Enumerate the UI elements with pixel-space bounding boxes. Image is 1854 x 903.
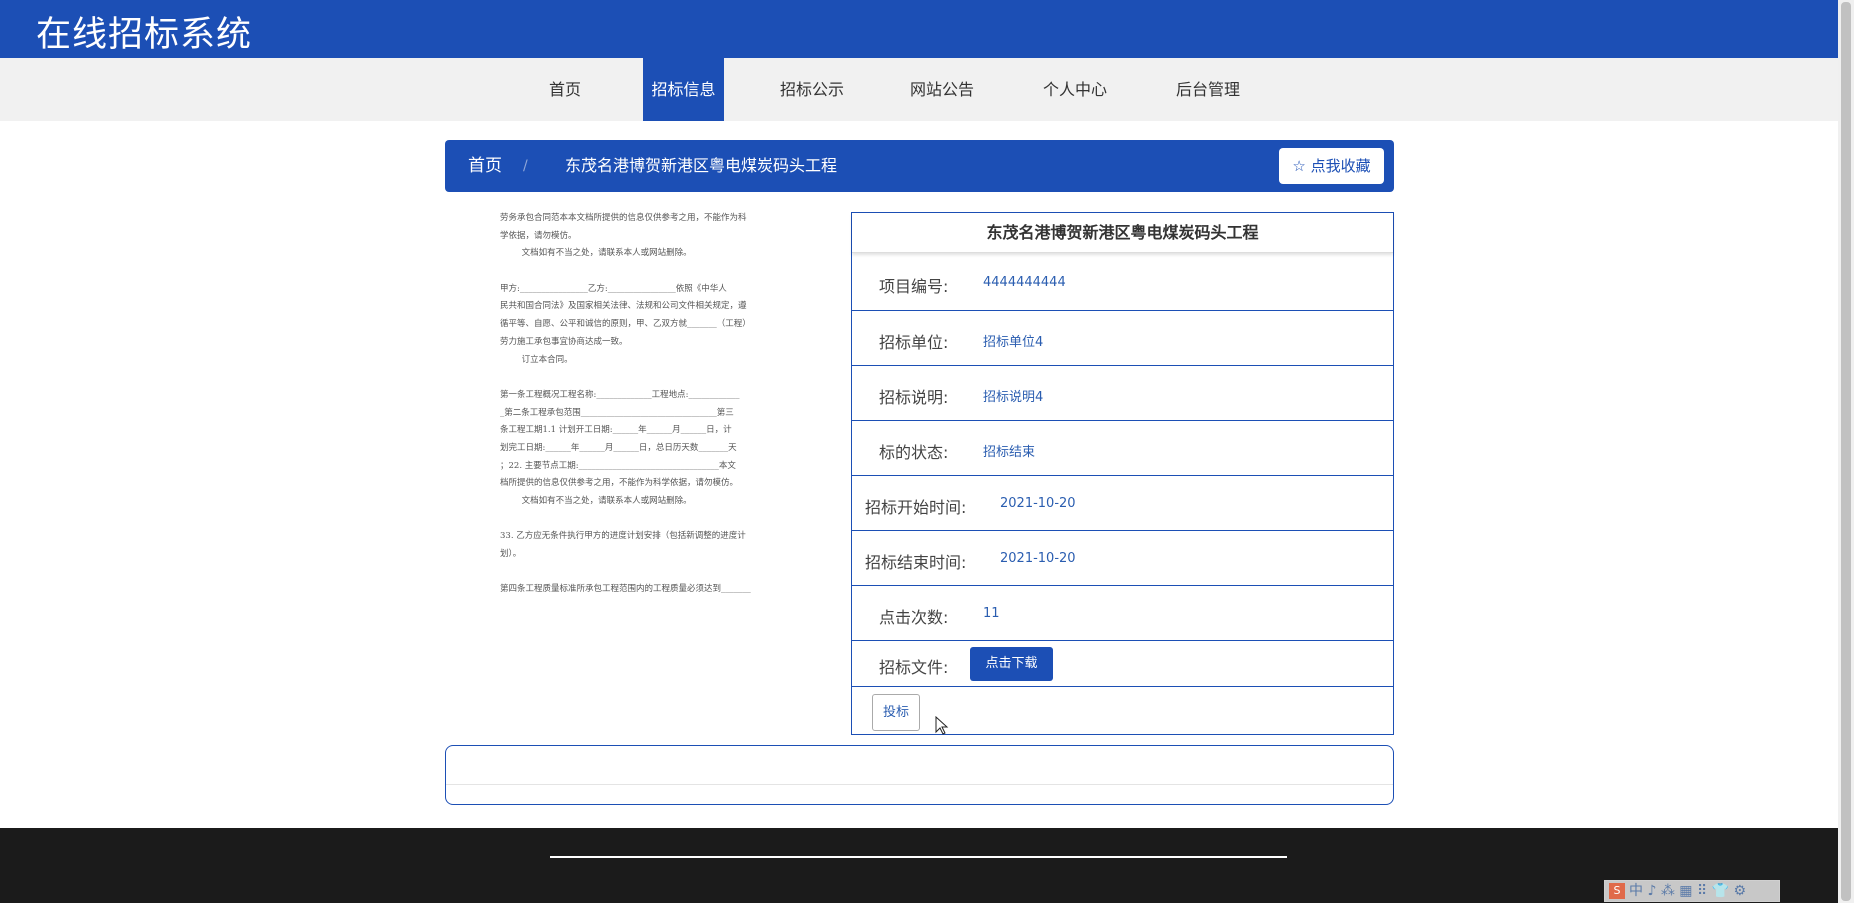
project-info-card: 东茂名港博贺新港区粤电煤炭码头工程 项目编号: 4444444444 招标单位:…: [851, 212, 1394, 735]
document-preview-image: 劳务承包合同范本本文档所提供的信息仅供参考之用，不能作为科 学依据，请勿模仿。 文…: [500, 210, 782, 610]
start-time-label: 招标开始时间:: [865, 498, 967, 517]
site-title: 在线招标系统: [36, 15, 253, 55]
document-text-line: [500, 564, 782, 582]
info-row-click-count: 点击次数: 11: [852, 585, 1393, 640]
document-text-line: 划完工日期:______年______月______日，总日历天数_______…: [500, 442, 737, 453]
bidding-unit-label: 招标单位:: [879, 333, 949, 352]
document-text-line: 民共和国合同法》及国家相关法律、法规和公司文件相关规定，遵: [500, 301, 747, 312]
mouse-cursor-icon: [935, 716, 949, 735]
document-text-line: 33. 乙方应无条件执行甲方的进度计划安排（包括新调整的进度计: [500, 531, 746, 542]
document-text-line: 文档如有不当之处，请联系本人或网站删除。: [500, 248, 692, 259]
bidding-description-value: 招标说明4: [983, 390, 1044, 405]
breadcrumb-home[interactable]: 首页: [468, 140, 502, 192]
status-label: 标的状态:: [879, 443, 949, 462]
comment-divider: [446, 784, 1393, 785]
comment-panel: [445, 745, 1394, 805]
footer-divider: [550, 856, 1287, 858]
info-row-start-time: 招标开始时间: 2021-10-20: [852, 475, 1393, 530]
document-text-line: [500, 511, 782, 529]
document-text-line: _第二条工程承包范围______________________________…: [500, 407, 734, 418]
document-text-line: [500, 369, 782, 387]
document-text-line: 劳务承包合同范本本文档所提供的信息仅供参考之用，不能作为科: [500, 213, 747, 223]
breadcrumb-current: 东茂名港博贺新港区粤电煤炭码头工程: [565, 156, 838, 175]
bid-button[interactable]: 投标: [872, 694, 920, 731]
project-number-value: 4444444444: [983, 275, 1066, 290]
document-text-line: 甲方:________________乙方:________________依照…: [500, 283, 727, 294]
start-time-value: 2021-10-20: [1000, 496, 1076, 511]
document-text-line: 第一条工程概况工程名称:_____________工程地点:__________…: [500, 389, 740, 400]
info-row-bidding-description: 招标说明: 招标说明4: [852, 365, 1393, 420]
ime-logo-icon: S: [1609, 883, 1625, 899]
document-text-line: 划）。: [500, 549, 522, 560]
nav-item-admin[interactable]: 后台管理: [1168, 58, 1248, 121]
bid-file-label: 招标文件:: [879, 658, 949, 677]
project-title: 东茂名港博贺新港区粤电煤炭码头工程: [852, 213, 1393, 253]
document-text-line: 档所提供的信息仅供参考之用，不能作为科学依据，请勿模仿。: [500, 478, 739, 489]
breadcrumb-separator: /: [523, 158, 528, 174]
document-text-line: 循平等、自愿、公平和诚信的原则，甲、乙双方就_______（工程）: [500, 319, 751, 330]
main-nav: 首页 招标信息 招标公示 网站公告 个人中心 后台管理: [0, 58, 1838, 121]
document-text-line: 订立本合同。: [500, 354, 573, 365]
end-time-value: 2021-10-20: [1000, 551, 1076, 566]
nav-item-site-notice[interactable]: 网站公告: [902, 58, 982, 121]
info-row-bid-file: 招标文件: 点击下载: [852, 640, 1393, 686]
breadcrumb: 首页 / 东茂名港博贺新港区粤电煤炭码头工程 ☆ 点我收藏: [445, 140, 1394, 192]
document-text-line: 学依据，请勿模仿。: [500, 230, 577, 241]
info-row-status: 标的状态: 招标结束: [852, 420, 1393, 475]
nav-item-personal-center[interactable]: 个人中心: [1035, 58, 1115, 121]
info-row-project-number: 项目编号: 4444444444: [852, 255, 1393, 310]
info-row-actions: 投标: [852, 686, 1393, 734]
nav-item-bid-publicity[interactable]: 招标公示: [772, 58, 852, 121]
status-value: 招标结束: [983, 445, 1036, 460]
end-time-label: 招标结束时间:: [865, 553, 967, 572]
top-banner: 在线招标系统: [0, 0, 1838, 58]
nav-item-bid-info[interactable]: 招标信息: [643, 58, 724, 121]
ime-toolbar-icons: 中 ♪ ⁂ ▦ ⠿ 👕 ⚙: [1629, 883, 1747, 899]
click-count-value: 11: [983, 606, 1000, 621]
nav-item-home[interactable]: 首页: [540, 58, 590, 121]
scrollbar-thumb[interactable]: [1841, 2, 1851, 901]
document-text-line: [500, 263, 782, 281]
click-count-label: 点击次数:: [879, 608, 949, 627]
project-number-label: 项目编号:: [879, 277, 949, 296]
document-text-line: 条工程工期1.1 计划开工日期:______年______月______日，计: [500, 425, 732, 436]
download-button[interactable]: 点击下载: [970, 647, 1053, 681]
favorite-button[interactable]: ☆ 点我收藏: [1279, 148, 1384, 184]
bidding-unit-value: 招标单位4: [983, 335, 1044, 350]
vertical-scrollbar[interactable]: [1838, 0, 1854, 903]
document-text-line: 文档如有不当之处，请联系本人或网站删除。: [500, 496, 692, 506]
ime-toolbar[interactable]: S中 ♪ ⁂ ▦ ⠿ 👕 ⚙: [1604, 880, 1780, 902]
bidding-description-label: 招标说明:: [879, 388, 949, 407]
info-row-bidding-unit: 招标单位: 招标单位4: [852, 310, 1393, 365]
info-row-end-time: 招标结束时间: 2021-10-20: [852, 530, 1393, 585]
document-text-line: 劳力施工承包事宜协商达成一致。: [500, 336, 628, 347]
footer: [0, 828, 1838, 903]
document-text-line: 第四条工程质量标准所承包工程范围内的工程质量必须达到_______: [500, 584, 751, 595]
document-text-line: ；22. 主要节点工期:____________________________…: [500, 460, 736, 471]
